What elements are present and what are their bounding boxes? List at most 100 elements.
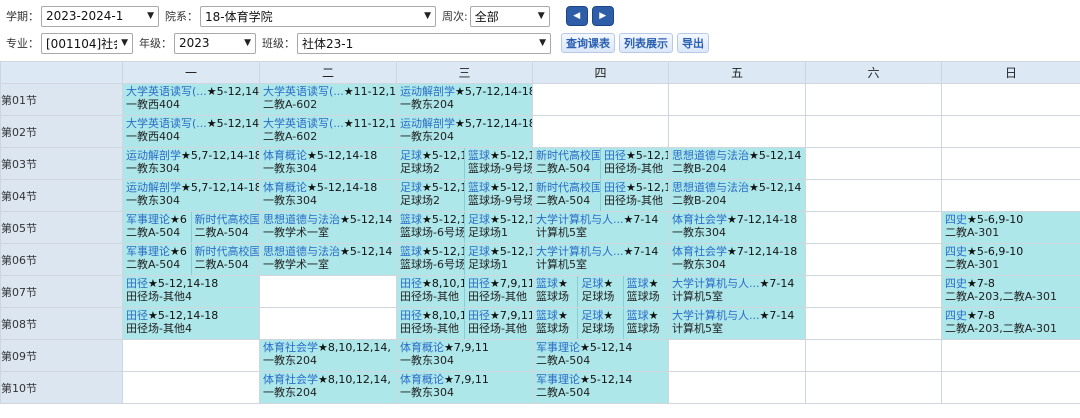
course-name-link[interactable]: 运动解剖学 (400, 117, 455, 130)
course-name-link[interactable]: 篮球 (468, 149, 490, 162)
course-name-link[interactable]: 田径 (126, 309, 148, 322)
course-name-link[interactable]: 军事理论 (536, 373, 580, 386)
course-name-link[interactable]: 足球 (581, 277, 603, 290)
course-title: 足球★5-12,1 (400, 181, 464, 194)
course-name-link[interactable]: 大学计算机与人... (536, 245, 624, 258)
week-select[interactable]: 全部 ▼ (469, 5, 550, 27)
course-name-link[interactable]: 体育概论 (400, 341, 444, 354)
class-select[interactable]: 社体23-1 ▼ (297, 32, 551, 54)
course-name-link[interactable]: 篮球 (627, 277, 649, 290)
course-name-link[interactable]: 篮球 (627, 309, 649, 322)
course-weeks: ★5-12,14 (206, 117, 259, 130)
course-room: 二教A-504 (536, 386, 591, 399)
course-entry: 思想道德与法治★5-12,14 二教B-204 (669, 180, 805, 211)
timetable-slot: 军事理论★5-12,14 二教A-504 (532, 339, 669, 372)
course-name-link[interactable]: 体育概论 (263, 181, 307, 194)
prev-week-button[interactable]: ◀ (565, 6, 588, 26)
course-name-link[interactable]: 篮球 (536, 277, 558, 290)
course-name-link[interactable]: 思想道德与法治 (672, 149, 749, 162)
course-name-link[interactable]: 思想道德与法治 (263, 213, 340, 226)
course-name-link[interactable]: 运动解剖学 (400, 85, 455, 98)
course-name-link[interactable]: 篮球 (400, 213, 422, 226)
course-room: 计算机5室 (536, 226, 587, 239)
course-title: 田径★7,9,11 (468, 309, 532, 322)
course-name-link[interactable]: 田径 (604, 181, 626, 194)
course-name-link[interactable]: 四史 (945, 213, 967, 226)
course-name-link[interactable]: 体育社会学 (672, 213, 727, 226)
course-name-link[interactable]: 田径 (400, 277, 422, 290)
course-name-link[interactable]: 足球 (400, 181, 422, 194)
course-entry: 篮球★5-12,1 篮球场-6号场 (397, 244, 465, 275)
course-name-link[interactable]: 新时代高校国 (195, 213, 260, 226)
course-name-link[interactable]: 篮球 (400, 245, 422, 258)
course-name-link[interactable]: 军事理论 (126, 213, 170, 226)
course-room: 一教东304 (672, 258, 726, 271)
term-select-value: 2023-2024-1 (46, 9, 124, 23)
course-name-link[interactable]: 足球 (400, 149, 422, 162)
course-name-link[interactable]: 军事理论 (536, 341, 580, 354)
course-name-link[interactable]: 篮球 (536, 309, 558, 322)
course-name-link[interactable]: 体育社会学 (263, 373, 318, 386)
timetable-slot: 四史★5-6,9-10 二教A-301 (941, 211, 1080, 244)
course-name-link[interactable]: 运动解剖学 (126, 181, 181, 194)
major-select[interactable]: [001104]社会体育 ▼ (41, 32, 133, 54)
course-entry: 篮球★5-12,1 篮球场-9号场 (465, 180, 532, 211)
timetable-slot (805, 243, 942, 276)
course-name-link[interactable]: 四史 (945, 245, 967, 258)
next-week-button[interactable]: ▶ (591, 6, 614, 26)
course-name-link[interactable]: 大学英语读写(... (263, 85, 344, 98)
course-name-link[interactable]: 新时代高校国 (195, 245, 260, 258)
course-name-link[interactable]: 足球 (468, 245, 490, 258)
timetable-slot: 篮球★5-12,1 篮球场-6号场 足球★5-12,1 足球场1 (396, 211, 533, 244)
dept-select[interactable]: 18-体育学院 ▼ (200, 5, 436, 27)
course-weeks: ★5-12,1 (422, 149, 464, 162)
course-name-link[interactable]: 田径 (468, 277, 490, 290)
course-name-link[interactable]: 大学英语读写(... (126, 117, 207, 130)
course-name-link[interactable]: 四史 (945, 309, 967, 322)
course-name-link[interactable]: 体育社会学 (672, 245, 727, 258)
query-timetable-button[interactable]: 查询课表 (561, 33, 615, 53)
course-weeks: ★8,10,12,14, (318, 373, 391, 386)
course-name-link[interactable]: 体育社会学 (263, 341, 318, 354)
timetable-slot: 军事理论★6 二教A-504 新时代高校国 二教A-504 (122, 211, 260, 244)
grade-select[interactable]: 2023 ▼ (174, 32, 256, 54)
course-name-link[interactable]: 田径 (126, 277, 148, 290)
export-button[interactable]: 导出 (677, 33, 709, 53)
course-name-link[interactable]: 思想道德与法治 (263, 245, 340, 258)
course-name-link[interactable]: 大学计算机与人... (672, 277, 760, 290)
course-name-link[interactable]: 大学计算机与人... (536, 213, 624, 226)
course-name-link[interactable]: 田径 (468, 309, 490, 322)
course-name-link[interactable]: 足球 (468, 213, 490, 226)
course-room: 篮球场 (536, 290, 569, 303)
course-entry: 运动解剖学★5,7-12,14-18 一教东204 (397, 84, 532, 115)
term-select[interactable]: 2023-2024-1 ▼ (41, 5, 159, 27)
course-name-link[interactable]: 体育概论 (400, 373, 444, 386)
course-name-link[interactable]: 四史 (945, 277, 967, 290)
course-title: 四史★7-8 (945, 277, 1080, 290)
course-name-link[interactable]: 军事理论 (126, 245, 170, 258)
course-name-link[interactable]: 篮球 (468, 181, 490, 194)
course-name-link[interactable]: 田径 (604, 149, 626, 162)
course-name-link[interactable]: 体育概论 (263, 149, 307, 162)
list-view-button[interactable]: 列表展示 (619, 33, 673, 53)
course-weeks: ★5-12,14 (206, 85, 259, 98)
course-room: 一教东304 (263, 194, 317, 207)
course-name-link[interactable]: 新时代高校国 (536, 149, 600, 162)
course-name-link[interactable]: 新时代高校国 (536, 181, 600, 194)
course-name-link[interactable]: 运动解剖学 (126, 149, 181, 162)
course-entry: 篮球★5-12,1 篮球场-6号场 (397, 212, 465, 243)
timetable-slot (941, 115, 1080, 148)
timetable-row: 第02节 大学英语读写(...★5-12,14 一教西404 大学英语读写(...★1… (0, 115, 1080, 148)
course-name-link[interactable]: 大学英语读写(... (263, 117, 344, 130)
course-name-link[interactable]: 大学英语读写(... (126, 85, 207, 98)
course-name-link[interactable]: 大学计算机与人... (672, 309, 760, 322)
timetable-slot: 运动解剖学★5,7-12,14-18 一教东304 (122, 147, 260, 180)
timetable-slot: 思想道德与法治★5-12,14 一教学术一室 (259, 211, 397, 244)
course-title: 体育概论★5-12,14-18 (263, 181, 396, 194)
week-select-value: 全部 (474, 9, 499, 24)
timetable-slot: 大学计算机与人...★7-14 计算机5室 (668, 275, 806, 308)
timetable-slot (805, 307, 942, 340)
course-name-link[interactable]: 思想道德与法治 (672, 181, 749, 194)
course-name-link[interactable]: 足球 (581, 309, 603, 322)
course-name-link[interactable]: 田径 (400, 309, 422, 322)
